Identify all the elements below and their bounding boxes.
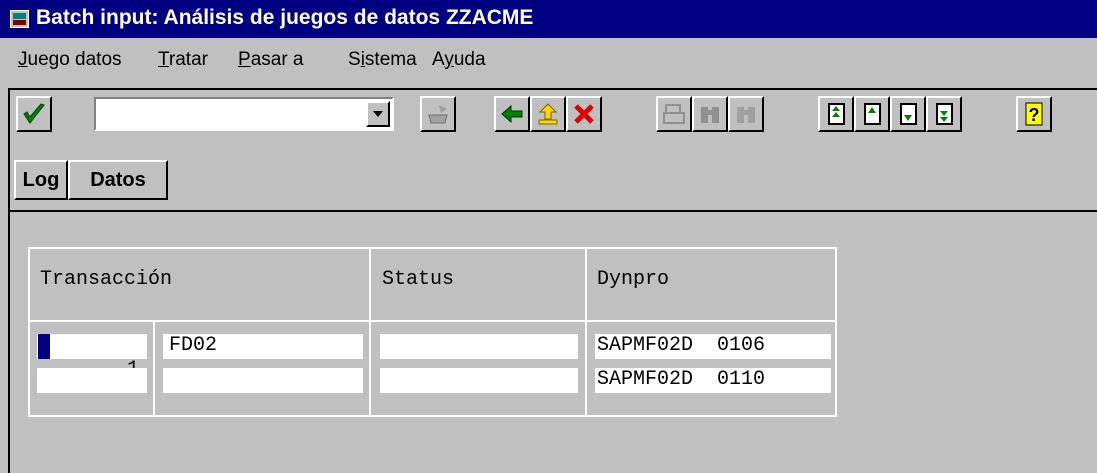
- save-button[interactable]: [420, 96, 456, 132]
- find-button[interactable]: [692, 96, 728, 132]
- window-title: Batch input: Análisis de juegos de datos…: [36, 6, 534, 29]
- save-icon: [428, 105, 448, 124]
- previous-page-icon: [864, 103, 881, 125]
- red-x-icon: [574, 104, 594, 124]
- dynpro-field[interactable]: SAPMF02D 0106: [595, 334, 831, 359]
- checkmark-icon: [23, 103, 45, 124]
- grid-line: [585, 247, 587, 417]
- command-field[interactable]: [94, 97, 394, 131]
- dropdown-arrow-icon: [373, 111, 383, 117]
- arrow-left-icon: [501, 104, 523, 124]
- grid-line: [153, 320, 155, 417]
- binoculars-plus-icon: [737, 107, 755, 123]
- log-button[interactable]: Log: [14, 160, 68, 200]
- enter-button[interactable]: [16, 96, 52, 132]
- grid-line: [28, 415, 837, 417]
- row-number-field[interactable]: 1: [37, 334, 147, 381]
- menu-tratar[interactable]: Tratar: [158, 49, 208, 71]
- dynpro-field[interactable]: SAPMF02D 0110: [595, 368, 831, 393]
- menu-bar: Juego datos Tratar Pasar a Sistema Ayuda: [0, 40, 1097, 76]
- header-status: Status: [382, 268, 455, 291]
- grid-line: [369, 247, 371, 417]
- datos-button[interactable]: Datos: [68, 160, 168, 200]
- help-icon: ?: [1025, 102, 1043, 126]
- status-field[interactable]: [380, 334, 578, 359]
- printer-icon: [663, 104, 685, 124]
- svg-text:?: ?: [1029, 105, 1040, 125]
- transaction-field[interactable]: [163, 368, 363, 393]
- arrow-up-exit-icon: [538, 103, 558, 125]
- back-button[interactable]: [494, 96, 530, 132]
- exit-button[interactable]: [530, 96, 566, 132]
- grid-line: [28, 320, 837, 322]
- previous-page-button[interactable]: [854, 96, 890, 132]
- help-button[interactable]: ?: [1016, 96, 1052, 132]
- next-page-icon: [900, 103, 917, 125]
- command-input[interactable]: [102, 104, 361, 126]
- next-page-button[interactable]: [890, 96, 926, 132]
- menu-ayuda[interactable]: Ayuda: [432, 49, 486, 71]
- command-dropdown-button[interactable]: [366, 101, 390, 127]
- text-cursor: [38, 334, 50, 359]
- toolbar-divider: [10, 210, 1097, 212]
- menu-juego-datos[interactable]: Juego datos: [18, 49, 122, 71]
- grid-line: [28, 247, 30, 417]
- menu-pasar-a[interactable]: Pasar a: [238, 49, 304, 71]
- header-dynpro: Dynpro: [597, 268, 670, 291]
- first-page-icon: [828, 103, 845, 125]
- sap-window-icon[interactable]: [10, 10, 29, 28]
- title-bar: Batch input: Análisis de juegos de datos…: [0, 0, 1097, 38]
- print-button[interactable]: [656, 96, 692, 132]
- grid-line: [28, 247, 837, 249]
- status-field[interactable]: [380, 368, 578, 393]
- menu-sistema[interactable]: Sistema: [348, 49, 417, 71]
- binoculars-icon: [701, 107, 719, 123]
- first-page-button[interactable]: [818, 96, 854, 132]
- last-page-button[interactable]: [926, 96, 962, 132]
- transaction-field[interactable]: FD02: [163, 334, 363, 359]
- find-next-button[interactable]: [728, 96, 764, 132]
- cancel-button[interactable]: [566, 96, 602, 132]
- last-page-icon: [936, 103, 953, 125]
- header-transaccion: Transacción: [40, 268, 173, 291]
- grid-line: [835, 247, 837, 417]
- row-number-field[interactable]: [37, 368, 147, 393]
